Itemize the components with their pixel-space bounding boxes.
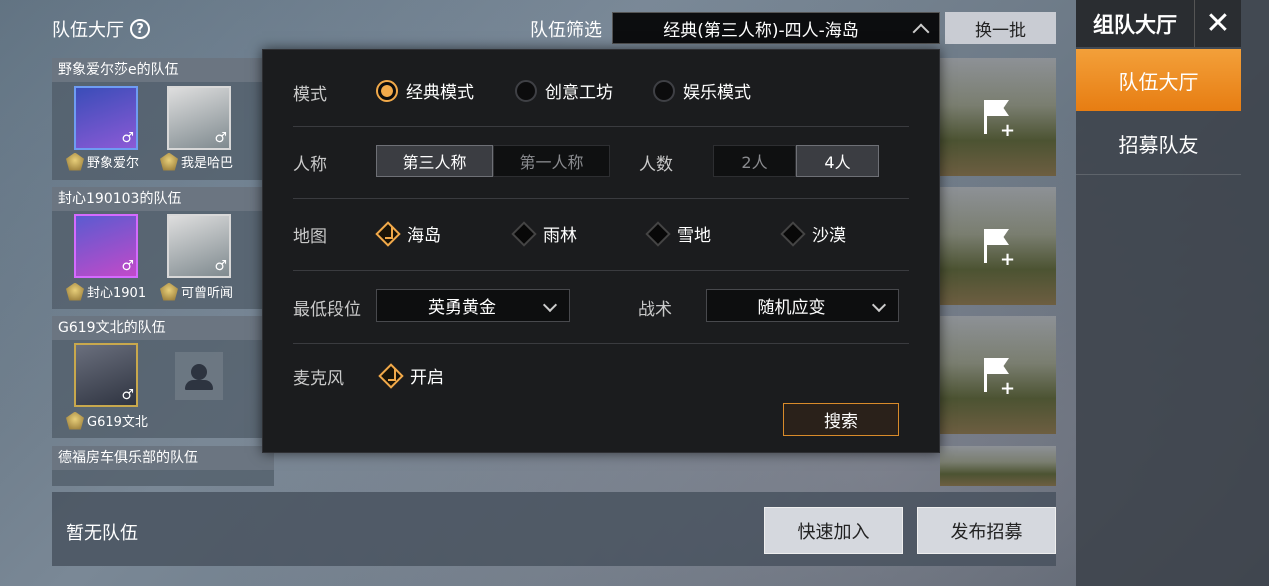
team-name: G619文北的队伍 [52, 316, 274, 340]
mic-label: 麦克风 [293, 369, 344, 389]
diamond-icon [645, 220, 671, 247]
rank-badge-icon [160, 282, 178, 301]
lobby-title: 队伍大厅 ? [52, 16, 150, 42]
search-button[interactable]: 搜索 [783, 403, 899, 436]
check-diamond-icon [375, 220, 401, 247]
rank-badge-icon [160, 152, 178, 171]
divider [293, 126, 909, 127]
min-rank-label: 最低段位 [293, 300, 361, 320]
mic-enable-checkbox[interactable]: 开启 [378, 362, 444, 389]
tactics-dropdown[interactable]: 随机应变 [706, 289, 899, 322]
person-icon [185, 364, 213, 390]
map-thumbnail[interactable]: + [940, 187, 1056, 305]
mode-label: 模式 [293, 85, 327, 105]
right-panel: 组队大厅 ✕ 队伍大厅 招募队友 [1076, 0, 1269, 586]
rank-badge-icon [66, 411, 84, 430]
team-size-2[interactable]: 2人 [713, 145, 796, 177]
team-card[interactable]: 德福房车俱乐部的队伍 [52, 446, 274, 486]
member-name: 我是哈巴 [160, 152, 233, 171]
empty-team-text: 暂无队伍 [66, 523, 138, 544]
divider [293, 343, 909, 344]
quick-join-button[interactable]: 快速加入 [764, 507, 903, 554]
tab-team-lobby[interactable]: 队伍大厅 [1076, 49, 1241, 111]
mode-option-classic[interactable]: 经典模式 [376, 78, 474, 103]
team-size-4[interactable]: 4人 [796, 145, 879, 177]
team-filter-select[interactable]: 经典(第三人称)-四人-海岛 [612, 12, 940, 44]
diamond-icon [511, 220, 537, 247]
mode-option-creative[interactable]: 创意工坊 [515, 78, 613, 103]
rank-badge-icon [66, 152, 84, 171]
diamond-icon [780, 220, 806, 247]
chevron-down-icon [542, 297, 558, 313]
empty-slot[interactable] [175, 352, 223, 400]
filter-select-value: 经典(第三人称)-四人-海岛 [663, 20, 859, 41]
team-size-label: 人数 [639, 155, 673, 175]
divider [293, 270, 909, 271]
map-thumbnail[interactable]: + [940, 316, 1056, 434]
avatar[interactable]: ♂ [167, 214, 231, 278]
perspective-third-person[interactable]: 第三人称 [376, 145, 493, 177]
map-option-island[interactable]: 海岛 [375, 220, 441, 247]
map-label: 地图 [293, 227, 327, 247]
team-name: 封心190103的队伍 [52, 187, 274, 211]
tab-recruit[interactable]: 招募队友 [1076, 113, 1241, 175]
min-rank-dropdown[interactable]: 英勇黄金 [376, 289, 570, 322]
refresh-button[interactable]: 换一批 [945, 12, 1056, 44]
team-name: 野象爱尔莎e的队伍 [52, 58, 274, 82]
member-name: 可曾听闻 [160, 282, 233, 301]
radio-unchecked-icon [653, 79, 675, 102]
tactics-label: 战术 [638, 300, 672, 320]
mode-option-fun[interactable]: 娱乐模式 [653, 78, 751, 103]
member-name: 野象爱尔 [66, 152, 139, 171]
radio-unchecked-icon [515, 79, 537, 102]
filter-label: 队伍筛选 [530, 20, 602, 41]
filter-dialog: 模式 经典模式 创意工坊 娱乐模式 人称 第三人称 第一人称 人数 2人 4人 … [262, 49, 940, 453]
map-option-snow[interactable]: 雪地 [645, 220, 711, 247]
team-name: 德福房车俱乐部的队伍 [52, 446, 274, 470]
member-name: 封心1901 [66, 282, 146, 301]
member-name: G619文北 [66, 411, 148, 430]
avatar[interactable]: ♂ [74, 86, 138, 150]
map-option-desert[interactable]: 沙漠 [780, 220, 846, 247]
perspective-first-person[interactable]: 第一人称 [493, 145, 610, 177]
lobby-title-text: 队伍大厅 [52, 20, 124, 41]
close-icon[interactable]: ✕ [1194, 0, 1241, 47]
map-thumbnail[interactable] [940, 446, 1056, 486]
radio-checked-icon [376, 79, 398, 102]
rank-badge-icon [66, 282, 84, 301]
help-icon[interactable]: ? [130, 19, 150, 39]
check-diamond-icon [378, 362, 404, 389]
avatar[interactable]: ♂ [74, 343, 138, 407]
bottom-bar [52, 492, 1056, 566]
map-option-rainforest[interactable]: 雨林 [511, 220, 577, 247]
divider [293, 198, 909, 199]
panel-title: 组队大厅 [1076, 0, 1194, 47]
chevron-up-icon [912, 23, 930, 41]
chevron-down-icon [871, 297, 887, 313]
post-recruit-button[interactable]: 发布招募 [917, 507, 1056, 554]
avatar[interactable]: ♂ [167, 86, 231, 150]
perspective-label: 人称 [293, 155, 327, 175]
map-thumbnail[interactable]: + [940, 58, 1056, 176]
avatar[interactable]: ♂ [74, 214, 138, 278]
